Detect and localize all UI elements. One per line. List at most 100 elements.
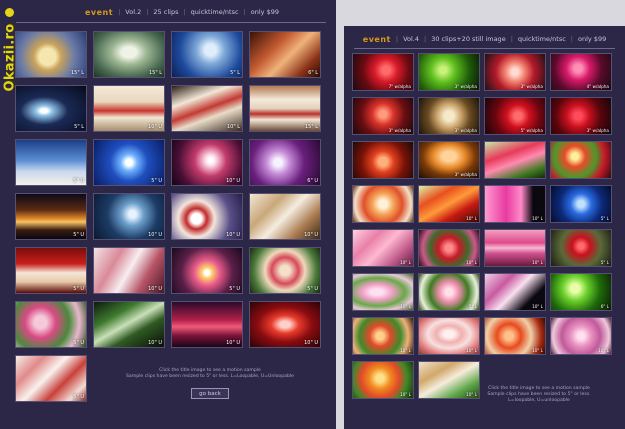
right-thumbnail-15[interactable]: 10" L [484, 185, 546, 223]
right-thumbnail-duration-label: 3" w/alpha [454, 84, 477, 89]
right-thumbnail-1[interactable]: 7" w/alpha [352, 53, 414, 91]
right-thumbnail-duration-label: 7" w/alpha [388, 84, 411, 89]
right-thumbnail-10[interactable]: 3" w/alpha [418, 141, 480, 179]
left-thumbnail-5[interactable]: 5" L [15, 85, 87, 132]
left-thumbnail-18[interactable]: 10" U [93, 247, 165, 294]
right-thumbnail-duration-label: 10" L [532, 216, 543, 221]
right-thumbnail-duration-label: 10" L [532, 304, 543, 309]
right-thumbnail-8[interactable]: 3" w/alpha [550, 97, 612, 135]
right-thumbnail-16[interactable]: 5" L [550, 185, 612, 223]
right-clip-count: 30 clips+20 still image [431, 35, 506, 43]
right-thumbnail-24[interactable]: 6" L [550, 273, 612, 311]
right-volume: Vol.4 [403, 35, 419, 43]
left-thumbnail-13[interactable]: 5" U [15, 193, 87, 240]
right-brand: event [362, 34, 391, 44]
left-thumbnail-8[interactable]: 15" L [249, 85, 321, 132]
right-thumbnail-26[interactable]: 10" L [418, 317, 480, 355]
left-thumbnail-22[interactable]: 10" U [93, 301, 165, 348]
left-thumbnail-23[interactable]: 10" U [171, 301, 243, 348]
right-thumbnail-duration-label: 10" L [466, 216, 477, 221]
right-header-divider [354, 48, 615, 49]
left-format: quicktime/ntsc [190, 8, 239, 16]
right-thumbnail-20[interactable]: 5" L [550, 229, 612, 267]
left-thumbnail-19[interactable]: 5" U [171, 247, 243, 294]
right-thumbnail-7[interactable]: 5" w/alpha [484, 97, 546, 135]
left-thumbnail-duration-label: 15" L [148, 70, 162, 76]
right-thumbnail-duration-label: 10" L [400, 260, 411, 265]
right-thumbnail-5[interactable]: 3" w/alpha [352, 97, 414, 135]
screenshot: event | Vol.2 | 25 clips | quicktime/nts… [0, 0, 625, 429]
right-thumbnail-duration-label: 10" L [466, 348, 477, 353]
right-thumbnail-25[interactable]: 10" L [352, 317, 414, 355]
right-thumbnail-13[interactable] [352, 185, 414, 223]
left-thumbnail-17[interactable]: 5" U [15, 247, 87, 294]
right-thumbnail-18[interactable]: 10" L [418, 229, 480, 267]
right-thumbnail-11[interactable] [484, 141, 546, 179]
left-thumbnail-duration-label: 5" U [73, 178, 84, 184]
right-thumbnail-duration-label: 10" L [598, 348, 609, 353]
right-thumbnail-2[interactable]: 3" w/alpha [418, 53, 480, 91]
left-thumbnail-duration-label: 5" U [73, 394, 84, 400]
left-thumbnail-duration-label: 5" U [73, 232, 84, 238]
right-catalog-panel: event | Vol.4 | 30 clips+20 still image … [344, 26, 625, 429]
right-separator-4: | [570, 35, 573, 43]
go-back-button[interactable]: go back [191, 388, 229, 399]
right-thumbnail-17[interactable]: 10" L [352, 229, 414, 267]
left-footnote: Click the title image to see a motion sa… [95, 368, 325, 380]
right-thumbnail-duration-label: 10" L [532, 348, 543, 353]
left-thumbnail-15[interactable]: 10" U [171, 193, 243, 240]
right-thumbnail-27[interactable]: 10" L [484, 317, 546, 355]
right-thumbnail-9[interactable] [352, 141, 414, 179]
right-thumbnail-29[interactable]: 10" L [352, 361, 414, 399]
left-thumbnail-duration-label: 5" L [230, 70, 240, 76]
okazii-watermark: Okazii.ro [2, 4, 18, 100]
right-thumbnail-6[interactable]: 3" w/alpha [418, 97, 480, 135]
right-thumbnail-21[interactable]: 10" L [352, 273, 414, 311]
left-thumbnail-duration-label: 6" U [307, 178, 318, 184]
left-header-divider [16, 22, 326, 23]
left-thumbnail-duration-label: 10" U [148, 124, 162, 130]
left-thumbnail-11[interactable]: 10" U [171, 139, 243, 186]
right-thumbnail-duration-label: 10" L [400, 392, 411, 397]
right-thumbnail-duration-label: 6" L [600, 304, 609, 309]
left-thumbnail-20[interactable]: 5" U [249, 247, 321, 294]
right-thumbnail-14[interactable]: 10" L [418, 185, 480, 223]
right-header: event | Vol.4 | 30 clips+20 still image … [344, 32, 625, 46]
right-thumbnail-duration-label: 10" L [400, 348, 411, 353]
left-brand: event [84, 7, 114, 17]
left-thumbnail-7[interactable]: 10" L [171, 85, 243, 132]
left-thumbnail-21[interactable]: 5" U [15, 301, 87, 348]
right-thumbnail-4[interactable]: 4" w/alpha [550, 53, 612, 91]
left-thumbnail-2[interactable]: 15" L [93, 31, 165, 78]
left-thumbnail-10[interactable]: 5" U [93, 139, 165, 186]
left-thumbnail-9[interactable]: 5" U [15, 139, 87, 186]
left-thumbnail-duration-label: 15" L [70, 70, 84, 76]
left-thumbnail-duration-label: 15" L [304, 124, 318, 130]
left-thumbnail-4[interactable]: 6" L [249, 31, 321, 78]
left-thumbnail-duration-label: 10" U [226, 232, 240, 238]
left-thumbnail-25[interactable]: 5" U [15, 355, 87, 402]
left-thumbnail-14[interactable]: 10" U [93, 193, 165, 240]
left-clip-count: 25 clips [153, 8, 179, 16]
right-thumbnail-3[interactable]: 3" w/alpha [484, 53, 546, 91]
right-thumbnail-duration-label: 5" w/alpha [520, 128, 543, 133]
right-thumbnail-duration-label: 3" w/alpha [454, 128, 477, 133]
left-separator-1: | [118, 8, 121, 16]
left-thumbnail-duration-label: 5" L [74, 124, 84, 130]
right-thumbnail-19[interactable]: 10" L [484, 229, 546, 267]
watermark-text: Okazii.ro [2, 23, 18, 92]
left-thumbnail-3[interactable]: 5" L [171, 31, 243, 78]
right-thumbnail-28[interactable]: 10" L [550, 317, 612, 355]
right-thumbnail-duration-label: 3" w/alpha [454, 172, 477, 177]
left-footnote-line2: Sample clips have been resized to 5" or … [126, 374, 294, 379]
left-thumbnail-1[interactable]: 15" L [15, 31, 87, 78]
right-thumbnail-23[interactable]: 10" L [484, 273, 546, 311]
right-thumbnail-22[interactable]: 5" L [418, 273, 480, 311]
left-thumbnail-6[interactable]: 10" U [93, 85, 165, 132]
left-thumbnail-24[interactable]: 10" U [249, 301, 321, 348]
left-separator-2: | [146, 8, 149, 16]
right-thumbnail-12[interactable] [550, 141, 612, 179]
left-thumbnail-16[interactable]: 10" U [249, 193, 321, 240]
left-thumbnail-12[interactable]: 6" U [249, 139, 321, 186]
right-footnote: Click the title image to see a motion sa… [464, 386, 614, 404]
